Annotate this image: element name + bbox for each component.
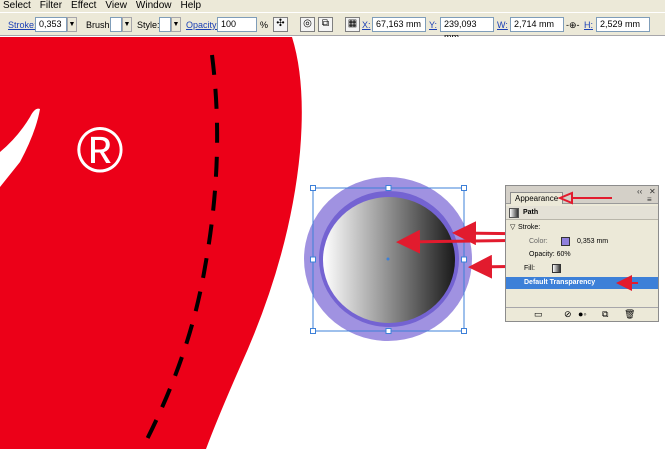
duplicate-item-icon[interactable]: ⧉ [602,309,608,320]
delete-item-icon[interactable]: 🗑 [624,309,635,320]
style-label: Style: [137,20,160,30]
menu-window[interactable]: Window [136,0,172,12]
w-input[interactable]: 2,714 mm [510,17,564,32]
stroke-weight-value: 0,353 mm [577,238,609,245]
graphic-style-icon[interactable]: ◎ [300,17,315,32]
stroke-weight-input[interactable]: 0,353 [35,17,67,32]
y-input[interactable]: 239,093 mm [440,17,494,42]
y-label[interactable]: Y: [429,20,437,30]
stroke-color-swatch[interactable] [561,237,570,246]
control-bar: Stroke: 0,353 ▼ Brush: ▼ Style: ▼ Opacit… [0,12,665,42]
fill-swatch[interactable] [552,264,561,273]
opacity-row-label: Opacity: 60% [529,251,571,258]
artboard-canvas[interactable]: ® ‹‹ ✕ Appearance ≡ Path ▽ Stroke: Color… [0,37,665,449]
menu-bar: Select Filter Effect View Window Help [0,0,665,12]
opacity-input[interactable]: 100 [217,17,257,32]
brush-swatch[interactable] [110,17,122,32]
new-art-basic-icon[interactable]: ▭ [534,309,543,320]
panel-minimize-icon[interactable]: ‹‹ [637,187,642,196]
x-input[interactable]: 67,163 mm [372,17,426,32]
path-thumbnail-icon [509,208,519,218]
reduce-appearance-icon[interactable]: ●◦ [578,309,587,319]
brush-dropdown[interactable]: ▼ [122,17,132,32]
brush-label: Brush: [86,20,113,30]
default-transparency-row[interactable]: Default Transparency [506,277,658,289]
stroke-weight-dropdown[interactable]: ▼ [67,17,77,32]
menu-view[interactable]: View [105,0,127,12]
object-type-label: Path [523,209,539,216]
appearance-panel: ‹‹ ✕ Appearance ≡ Path ▽ Stroke: Color: … [505,185,659,322]
registered-mark: ® [76,114,123,186]
clear-appearance-icon[interactable]: ⊘ [564,309,572,320]
menu-filter[interactable]: Filter [40,0,62,12]
stroke-label[interactable]: Stroke: [8,20,37,30]
tab-appearance[interactable]: Appearance [510,192,564,204]
object-row: Path [506,206,658,220]
h-input[interactable]: 2,529 mm [596,17,650,32]
panel-tab-row: ‹‹ ✕ Appearance ≡ [506,186,658,204]
constrain-proportions-icon[interactable]: -⊕- [566,20,580,30]
panel-menu-icon[interactable]: ≡ [647,195,652,204]
menu-select[interactable]: Select [3,0,31,12]
red-shape [0,37,302,449]
color-label: Color: [529,238,548,245]
default-transparency-label: Default Transparency [524,279,596,286]
panel-footer: ▭ ⊘ ●◦ ⧉ 🗑 [506,307,658,321]
style-swatch[interactable] [159,17,171,32]
fill-row-label: Fill: [524,265,535,272]
h-label[interactable]: H: [584,20,593,30]
w-label[interactable]: W: [497,20,508,30]
opacity-percent: % [260,20,269,30]
align-icon[interactable]: ⧉ [318,17,333,32]
menu-help[interactable]: Help [181,0,202,12]
stroke-row-label: Stroke: [518,224,541,231]
menu-effect[interactable]: Effect [71,0,96,12]
opacity-label[interactable]: Opacity: [186,20,219,30]
recolor-icon[interactable]: ✣ [273,17,288,32]
x-label[interactable]: X: [362,20,371,30]
disclosure-triangle-icon[interactable]: ▽ [510,222,515,233]
reference-point-icon[interactable]: ▦ [345,17,360,32]
style-dropdown[interactable]: ▼ [171,17,181,32]
